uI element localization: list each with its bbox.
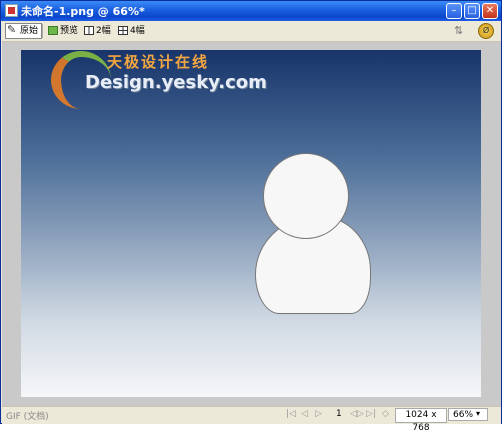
watermark-english: Design.yesky.com [85,72,267,93]
minimize-button[interactable]: – [446,3,462,19]
shape-head[interactable] [263,153,349,239]
preview-icon [48,26,58,35]
view-toolbar: 原始 预览 2幅 4幅 ⇅ Ø [2,21,501,42]
export-preview-icon[interactable]: Ø [478,23,494,39]
document-icon [5,4,18,17]
status-bar: GIF (文档) |◁ ◁ ▷ 1 ◁▷ ▷| ◇ 1024 x 768 66%… [2,406,501,433]
tab-preview-label: 预览 [60,26,79,36]
prev-frame-button[interactable]: ◁ [301,409,308,419]
tab-4up[interactable]: 4幅 [116,23,145,39]
title-bar[interactable]: 未命名-1.png @ 66%* – □ ✕ [1,1,501,21]
four-up-icon [118,26,128,35]
document-window: 未命名-1.png @ 66%* – □ ✕ 原始 预览 2幅 4幅 ⇅ Ø 天 [0,0,502,433]
watermark: 天极设计在线 Design.yesky.com [51,51,271,111]
loop-icon[interactable]: ◇ [382,409,389,419]
image-dimensions: 1024 x 768 [395,408,447,433]
doc-type-label: GIF (文档) [6,412,49,422]
chevron-down-icon[interactable]: ▾ [476,409,480,418]
first-frame-button[interactable]: |◁ [286,409,296,419]
maximize-button[interactable]: □ [464,3,480,19]
tab-2up[interactable]: 2幅 [82,23,111,39]
tab-original[interactable]: 原始 [5,23,43,39]
play-back-button[interactable]: ◁▷ [350,409,364,419]
quick-export-icon[interactable]: ⇅ [454,24,463,37]
two-up-icon [84,26,94,35]
tab-preview[interactable]: 预览 [46,23,78,39]
pencil-icon [7,23,18,37]
tab-original-label: 原始 [20,26,39,36]
next-frame-button[interactable]: ▷ [315,409,322,419]
close-button[interactable]: ✕ [482,3,498,19]
workspace: 天极设计在线 Design.yesky.com [2,42,501,406]
last-frame-button[interactable]: ▷| [366,409,376,419]
zoom-select[interactable]: 66% [448,408,488,421]
toolbar-separator [42,24,43,38]
window-title: 未命名-1.png @ 66%* [21,5,145,18]
frame-number: 1 [336,409,342,419]
tab-4up-label: 4幅 [130,26,145,36]
tab-2up-label: 2幅 [96,26,111,36]
image-canvas[interactable]: 天极设计在线 Design.yesky.com [21,50,481,397]
watermark-chinese: 天极设计在线 [107,53,210,71]
